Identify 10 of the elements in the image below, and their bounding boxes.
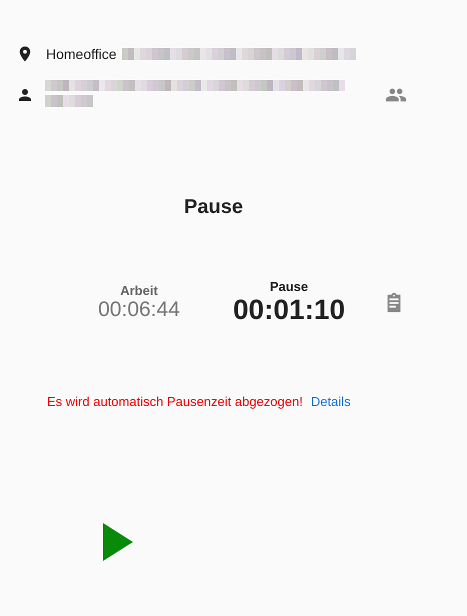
timer-value: 00:01:10	[232, 294, 346, 326]
timer-label: Arbeit	[120, 283, 158, 298]
timer-label: Pause	[270, 279, 308, 294]
person-icon	[16, 86, 34, 104]
status-title: Pause	[183, 196, 244, 219]
location-label: Homeoffice	[46, 46, 117, 62]
notice-text: Es wird automatisch Pausenzeit abgezogen!	[47, 394, 303, 409]
play-icon[interactable]	[103, 523, 133, 561]
details-link[interactable]: Details	[310, 394, 351, 409]
timer-value: 00:06:44	[98, 298, 180, 322]
